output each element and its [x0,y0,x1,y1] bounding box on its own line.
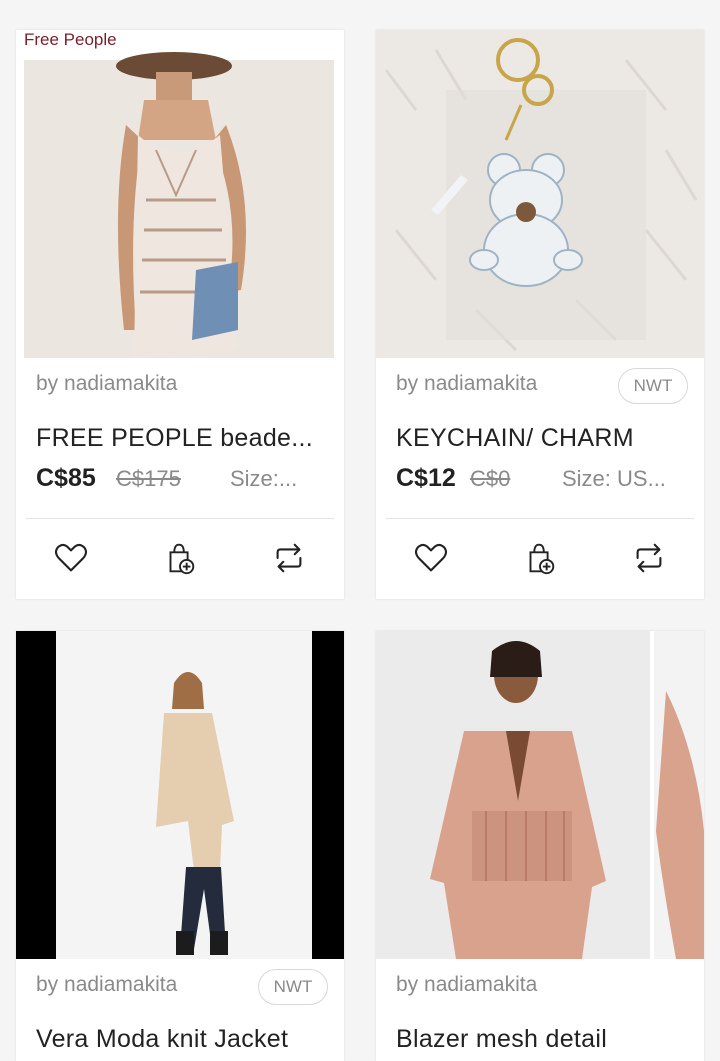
seller-name[interactable]: by nadiamakita [36,973,177,997]
listing-card[interactable]: Free People by nadiamakita FREE PEOPLE b… [16,30,344,599]
listing-image[interactable] [376,30,704,358]
listing-image[interactable] [376,631,704,959]
nwt-badge: NWT [618,368,688,404]
listing-card[interactable]: by nadiamakita NWT KEYCHAIN/ CHARM C$12 … [376,30,704,599]
original-price: C$0 [470,466,511,491]
listing-title[interactable]: FREE PEOPLE beade... [36,424,332,453]
price: C$85 [36,464,96,492]
bag-add-icon [529,543,555,575]
nwt-badge: NWT [258,969,328,1005]
bag-add-icon [169,543,195,575]
listing-title[interactable]: Vera Moda knit Jacket [36,1025,332,1054]
heart-icon [54,543,88,572]
divider [26,518,334,519]
original-price: C$175 [116,466,181,491]
divider [386,518,694,519]
heart-icon [414,543,448,572]
listing-title[interactable]: Blazer mesh detail [396,1025,692,1054]
like-button[interactable] [46,533,96,583]
seller-name[interactable]: by nadiamakita [396,973,537,997]
listing-card[interactable]: by nadiamakita Blazer mesh detail [376,631,704,1061]
seller-name[interactable]: by nadiamakita [36,372,177,396]
add-to-bundle-button[interactable] [155,533,205,583]
share-icon [636,543,662,573]
size-label: Size:... [230,466,298,491]
share-icon [276,543,302,573]
listing-image[interactable] [16,631,344,959]
size-label: Size: US... [562,466,666,491]
seller-name[interactable]: by nadiamakita [396,372,537,396]
share-button[interactable] [264,533,314,583]
listing-card[interactable]: by nadiamakita NWT Vera Moda knit Jacket [16,631,344,1061]
listing-title[interactable]: KEYCHAIN/ CHARM [396,424,692,453]
like-button[interactable] [406,533,456,583]
price: C$12 [396,464,456,492]
add-to-bundle-button[interactable] [515,533,565,583]
share-button[interactable] [624,533,674,583]
brand-tag: Free People [24,30,117,49]
listing-image[interactable] [16,30,344,358]
